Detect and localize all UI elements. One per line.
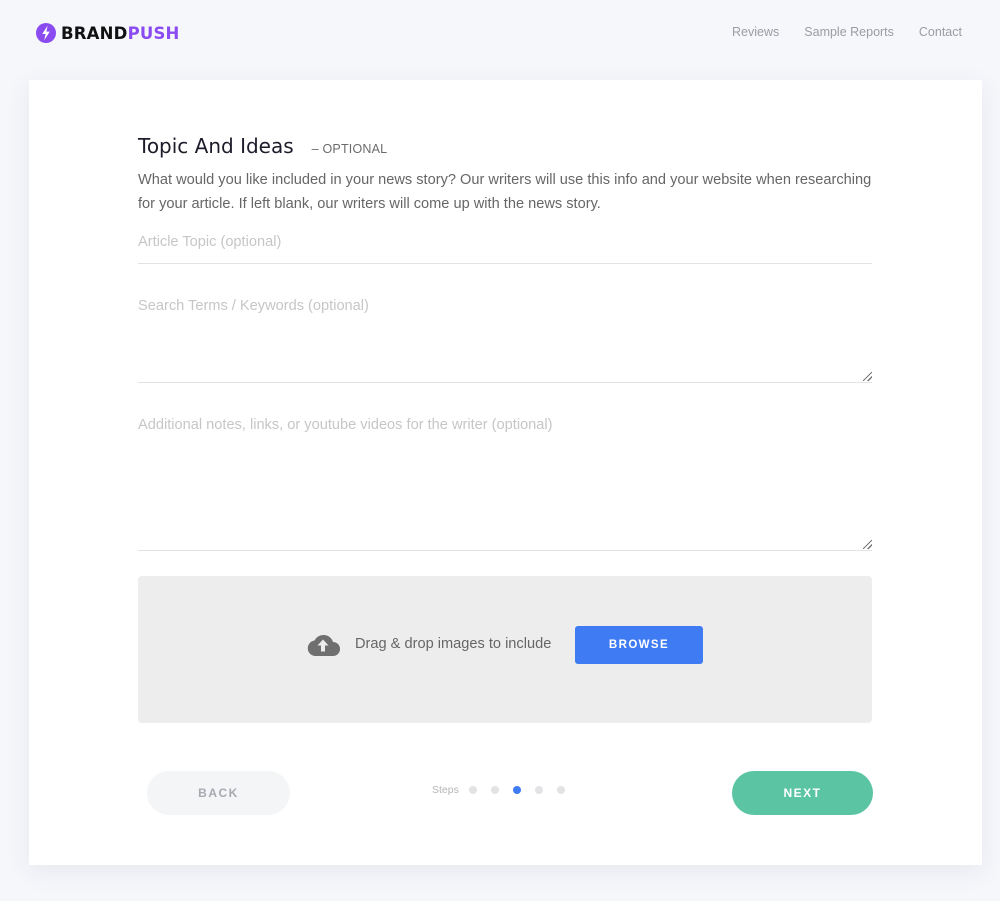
step-dot-4 (534, 786, 543, 794)
section-title: Topic And Ideas (138, 134, 294, 158)
optional-tag: – OPTIONAL (311, 142, 388, 156)
browse-button[interactable]: BROWSE (575, 626, 703, 664)
nav-link-sample-reports[interactable]: Sample Reports (804, 25, 894, 39)
nav-link-reviews[interactable]: Reviews (732, 25, 779, 39)
next-button[interactable]: NEXT (732, 771, 873, 815)
cloud-upload-icon (307, 634, 340, 656)
resize-handle-icon[interactable] (863, 540, 872, 549)
section-heading: Topic And Ideas – OPTIONAL (138, 134, 872, 158)
article-topic-field (138, 230, 872, 264)
site-header: BRANDPUSH Reviews Sample Reports Contact (0, 0, 1000, 66)
section-description: What would you like included in your new… (138, 172, 872, 212)
article-topic-input[interactable] (138, 230, 872, 254)
top-nav: Reviews Sample Reports Contact (732, 25, 962, 39)
notes-field (138, 415, 872, 551)
nav-link-contact[interactable]: Contact (919, 25, 962, 39)
brand-name-part1: BRAND (61, 23, 128, 43)
resize-handle-icon[interactable] (863, 372, 872, 381)
bolt-icon (36, 23, 56, 43)
brand-logo[interactable]: BRANDPUSH (36, 22, 180, 44)
step-dot-1 (468, 786, 477, 794)
brand-name: BRANDPUSH (61, 24, 180, 43)
steps-label: Steps (432, 784, 459, 796)
brand-name-part2: PUSH (127, 23, 180, 43)
image-dropzone[interactable]: Drag & drop images to include BROWSE (138, 576, 872, 723)
keywords-textarea[interactable] (138, 296, 872, 382)
dropzone-text: Drag & drop images to include (355, 636, 552, 652)
form-card: Topic And Ideas – OPTIONAL What would yo… (29, 80, 982, 865)
notes-textarea[interactable] (138, 415, 872, 550)
step-dot-3 (512, 786, 521, 794)
keywords-field (138, 296, 872, 383)
step-indicator: Steps (432, 783, 579, 797)
back-button[interactable]: BACK (147, 771, 290, 815)
step-dot-5 (556, 786, 565, 794)
step-dot-2 (490, 786, 499, 794)
